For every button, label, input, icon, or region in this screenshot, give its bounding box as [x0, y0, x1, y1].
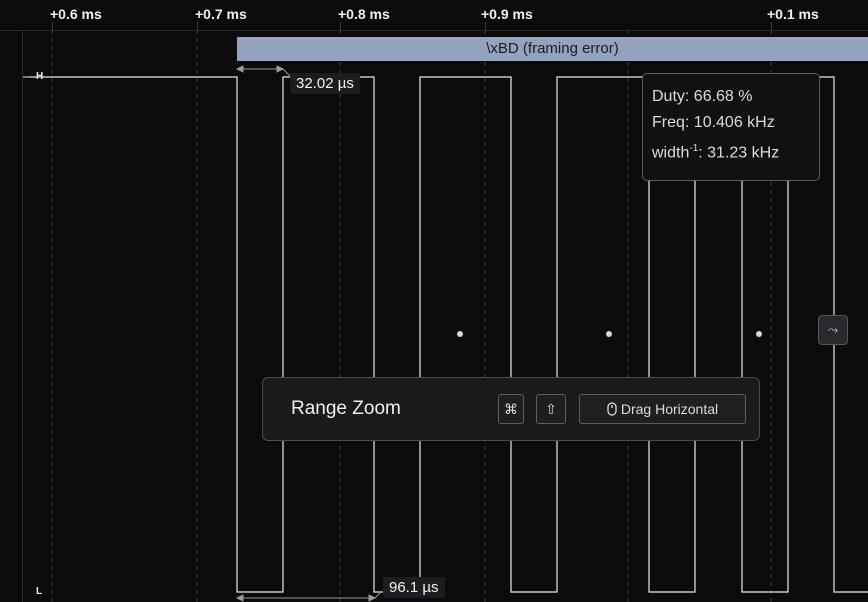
- measure-toggle-button[interactable]: ⤳: [818, 315, 848, 345]
- sample-dot: [606, 331, 612, 337]
- duty-cycle: Duty: 66.68 %: [652, 88, 753, 105]
- width-measure-arrow: [235, 65, 291, 77]
- signal-stats-popup: Duty: 66.68 % Freq: 10.406 kHz width-1: …: [642, 73, 820, 181]
- sample-dot: [457, 331, 463, 337]
- pulse-width-measurement: 32.02 µs: [290, 73, 360, 94]
- time-tick: +0.8 ms: [338, 6, 390, 22]
- measure-toggle-icon: ⤳: [827, 322, 839, 337]
- time-tick: +0.6 ms: [50, 6, 102, 22]
- time-tick: +0.7 ms: [195, 6, 247, 22]
- period-measure-arrow: [235, 591, 382, 602]
- time-tick: +0.1 ms: [767, 6, 819, 22]
- level-low-label: L: [36, 586, 43, 597]
- drag-horizontal-key: Drag Horizontal: [579, 394, 746, 424]
- shift-key: ⇧: [536, 394, 566, 424]
- level-high-label: H: [36, 71, 44, 82]
- frequency: Freq: 10.406 kHz: [652, 114, 775, 131]
- inverse-width: width-1: 31.23 kHz: [652, 143, 780, 162]
- range-zoom-title: Range Zoom: [291, 398, 401, 419]
- period-measurement: 96.1 µs: [383, 577, 445, 598]
- channel-gutter: [0, 0, 23, 602]
- decoder-frame-label[interactable]: \xBD (framing error): [237, 37, 868, 61]
- time-axis: +0.6 ms +0.7 ms +0.8 ms +0.9 ms +0.1 ms: [0, 0, 868, 31]
- range-zoom-hint: Range Zoom ⌘ ⇧ Drag Horizontal: [262, 377, 760, 441]
- cmd-key: ⌘: [498, 394, 524, 424]
- sample-dot: [756, 331, 762, 337]
- mouse-icon: [607, 402, 617, 416]
- time-tick: +0.9 ms: [481, 6, 533, 22]
